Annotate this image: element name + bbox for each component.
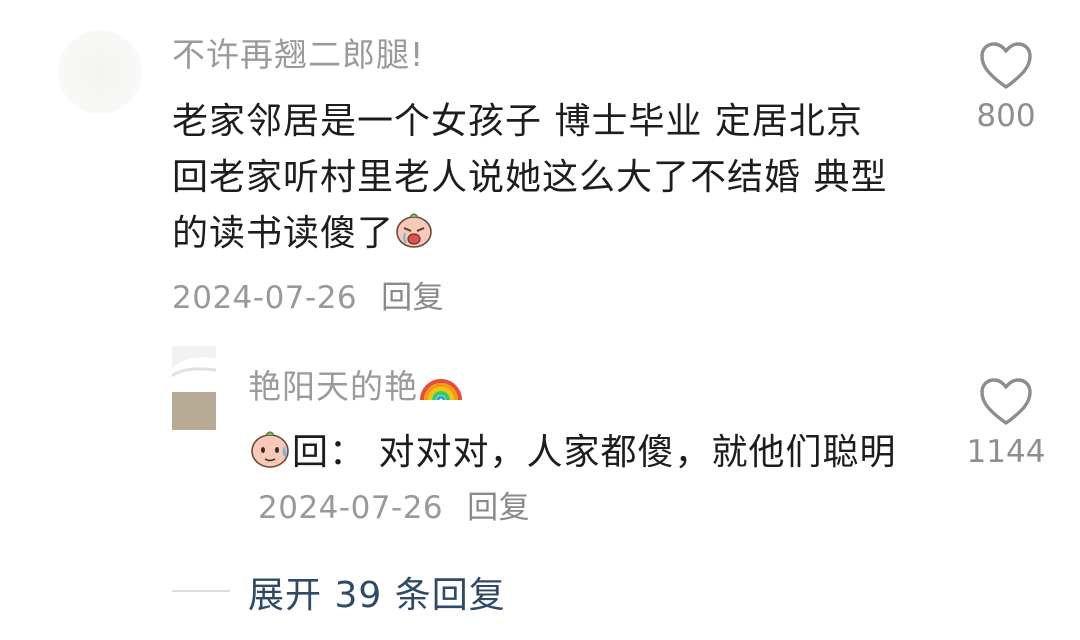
divider — [172, 590, 230, 592]
like-count: 800 — [976, 98, 1036, 134]
reply-avatar[interactable] — [172, 346, 216, 430]
comment-username[interactable]: 不许再翘二郎腿! — [172, 28, 424, 76]
comment-date: 2024-07-26 — [172, 280, 358, 316]
heart-icon[interactable] — [978, 376, 1034, 428]
reply-button[interactable]: 回复 — [381, 280, 444, 316]
reply-meta: 2024-07-26 回复 — [258, 490, 530, 526]
reply-username[interactable]: 艳阳天的艳 — [248, 367, 418, 406]
reply-text: 回： 对对对，人家都傻，就他们聪明 — [292, 432, 897, 473]
avatar[interactable] — [58, 30, 142, 114]
comment-like[interactable]: 800 — [966, 40, 1046, 134]
reply-reply-button[interactable]: 回复 — [467, 490, 530, 526]
sweating-face-emoji-icon — [248, 426, 292, 470]
reply-username-row[interactable]: 艳阳天的艳 — [248, 360, 464, 408]
reply-like-count: 1144 — [966, 434, 1046, 470]
reply-date: 2024-07-26 — [258, 490, 444, 526]
rainbow-icon — [418, 364, 464, 404]
crying-face-emoji-icon — [394, 209, 434, 249]
comment-meta: 2024-07-26 回复 — [172, 272, 444, 317]
expand-replies-button[interactable]: 展开 39 条回复 — [248, 566, 506, 618]
comment-text-container: 老家邻居是一个女孩子 博士毕业 定居北京 回老家听村里老人说她这么大了不结婚 典… — [172, 94, 912, 262]
reply-like[interactable]: 1144 — [966, 376, 1046, 470]
comment-text: 老家邻居是一个女孩子 博士毕业 定居北京 回老家听村里老人说她这么大了不结婚 典… — [172, 101, 888, 254]
reply-text-container: 回： 对对对，人家都傻，就他们聪明 2024-07-26 回复 — [248, 426, 908, 535]
heart-icon[interactable] — [978, 40, 1034, 92]
